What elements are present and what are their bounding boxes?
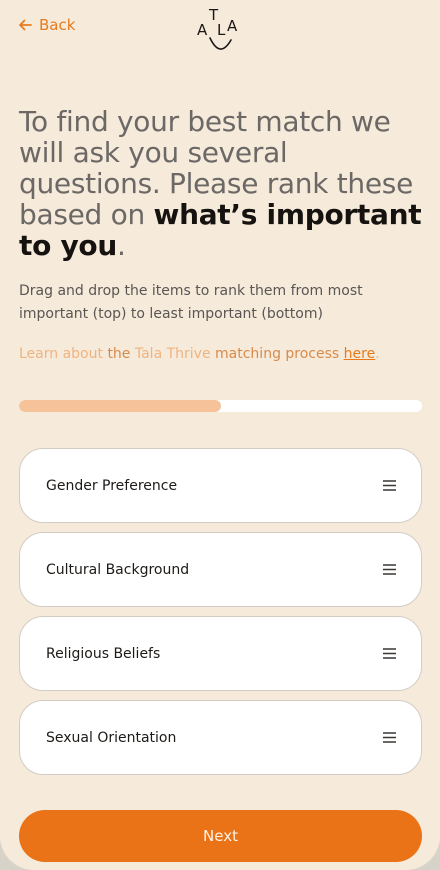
logo-letter-l: L	[217, 21, 226, 39]
rank-item-label: Cultural Background	[46, 561, 190, 578]
rank-item-religious-beliefs[interactable]: Religious Beliefs	[19, 616, 422, 691]
learn-more-before: Learn about	[19, 346, 108, 362]
instructions-text: Drag and drop the items to rank them fro…	[19, 283, 363, 322]
rank-list: Gender Preference Cultural Background Re…	[19, 448, 422, 784]
learn-more-middle: matching process	[210, 346, 344, 362]
rank-item-sexual-orientation[interactable]: Sexual Orientation	[19, 700, 422, 775]
page-title: To find your best match we will ask you …	[19, 106, 423, 261]
drag-handle-icon[interactable]	[383, 732, 396, 743]
back-label: Back	[39, 16, 76, 34]
learn-more-end: .	[375, 346, 380, 362]
ranking-screen: Back A T L A To find your best match we …	[0, 0, 440, 870]
logo-smile	[209, 37, 232, 50]
next-button[interactable]: Next	[19, 810, 422, 862]
tala-logo: A T L A	[197, 6, 238, 50]
rank-item-label: Gender Preference	[46, 477, 178, 494]
back-button[interactable]: Back	[18, 16, 75, 34]
progress-bar	[19, 400, 422, 412]
learn-more-text: Learn about the Tala Thrive matching pro…	[19, 343, 419, 365]
drag-handle-icon[interactable]	[383, 564, 396, 575]
rank-item-label: Sexual Orientation	[46, 729, 177, 746]
rank-item-gender-preference[interactable]: Gender Preference	[19, 448, 422, 523]
matching-process-link[interactable]: here	[344, 346, 376, 362]
rank-item-cultural-background[interactable]: Cultural Background	[19, 532, 422, 607]
rank-item-label: Religious Beliefs	[46, 645, 161, 662]
learn-more-the: the	[107, 346, 131, 362]
title-end-text: .	[117, 229, 126, 262]
logo-letter-a-right: A	[227, 17, 238, 35]
logo-letter-a-left: A	[197, 21, 208, 39]
progress-fill	[19, 400, 221, 412]
learn-more-brand: Tala Thrive	[130, 346, 211, 362]
drag-handle-icon[interactable]	[383, 480, 396, 491]
arrow-left-icon	[18, 19, 32, 31]
drag-handle-icon[interactable]	[383, 648, 396, 659]
